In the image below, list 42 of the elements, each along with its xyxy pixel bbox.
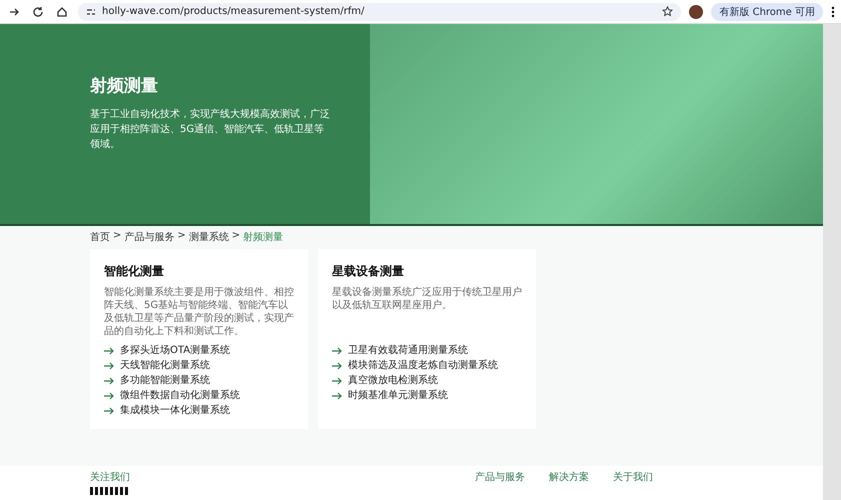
bookmark-star-icon[interactable] bbox=[662, 6, 674, 17]
site-settings-icon[interactable] bbox=[86, 6, 96, 16]
card-title: 星载设备测量 bbox=[332, 263, 405, 280]
arrow-icon bbox=[104, 346, 114, 354]
system-link[interactable]: 多探头近场OTA测量系统 bbox=[120, 344, 230, 357]
breadcrumb-separator: > bbox=[177, 230, 186, 243]
system-link[interactable]: 集成模块一体化测量系统 bbox=[120, 404, 230, 417]
breadcrumb-link[interactable]: 产品与服务 bbox=[124, 230, 174, 244]
system-link[interactable]: 时频基准单元测量系统 bbox=[348, 389, 448, 402]
card-title: 智能化测量 bbox=[104, 263, 165, 280]
breadcrumb-link[interactable]: 测量系统 bbox=[188, 230, 229, 244]
footer-heading: 产品与服务 bbox=[475, 470, 525, 485]
arrow-icon bbox=[104, 406, 114, 414]
breadcrumb-link[interactable]: 首页 bbox=[90, 230, 110, 244]
qr-code-icon bbox=[90, 487, 130, 495]
card-description: 星载设备测量系统广泛应用于传统卫星用户以及低轨互联网星座用户。 bbox=[332, 286, 523, 313]
card-description: 智能化测量系统主要是用于微波组件、相控阵天线、5G基站与智能终端、智能汽车以及低轨卫星等产品量产阶段的测试，实现产品的自动化上下料和测试工作。 bbox=[104, 286, 295, 338]
arrow-icon bbox=[104, 392, 114, 400]
system-link[interactable]: 卫星有效载荷通用测量系统 bbox=[348, 344, 468, 357]
update-chrome-button[interactable]: 有新版 Chrome 可用 bbox=[711, 2, 823, 20]
footer-heading: 解决方案 bbox=[549, 470, 589, 485]
profile-avatar[interactable] bbox=[689, 4, 704, 18]
more-menu-icon[interactable] bbox=[831, 6, 835, 18]
arrow-icon bbox=[332, 346, 342, 354]
breadcrumb-link[interactable]: 射频测量 bbox=[243, 230, 284, 244]
hero-title: 射频测量 bbox=[90, 75, 159, 97]
system-link[interactable]: 模块筛选及温度老炼自动测量系统 bbox=[348, 359, 498, 372]
arrow-icon bbox=[104, 376, 114, 384]
system-link[interactable]: 微组件数据自动化测量系统 bbox=[120, 389, 240, 402]
arrow-icon bbox=[332, 392, 342, 400]
arrow-icon bbox=[332, 376, 342, 384]
arrow-icon bbox=[332, 362, 342, 370]
address-bar[interactable]: holly-wave.com/products/measurement-system/rfm/ bbox=[78, 2, 682, 20]
breadcrumb-separator: > bbox=[113, 230, 122, 243]
footer-heading: 关于我们 bbox=[613, 470, 653, 485]
system-link[interactable]: 真空微放电检测系统 bbox=[348, 374, 438, 387]
footer-heading: 关注我们 bbox=[90, 470, 130, 484]
hero-description: 基于工业自动化技术，实现产线大规模高效测试，广泛应用于相控阵雷达、5G通信、智能汽车、低轨卫星等领域。 bbox=[90, 108, 330, 152]
breadcrumb-separator: > bbox=[232, 230, 240, 243]
system-link[interactable]: 多功能智能测量系统 bbox=[120, 374, 210, 387]
arrow-icon bbox=[104, 362, 114, 370]
system-link[interactable]: 天线智能化测量系统 bbox=[120, 359, 210, 372]
